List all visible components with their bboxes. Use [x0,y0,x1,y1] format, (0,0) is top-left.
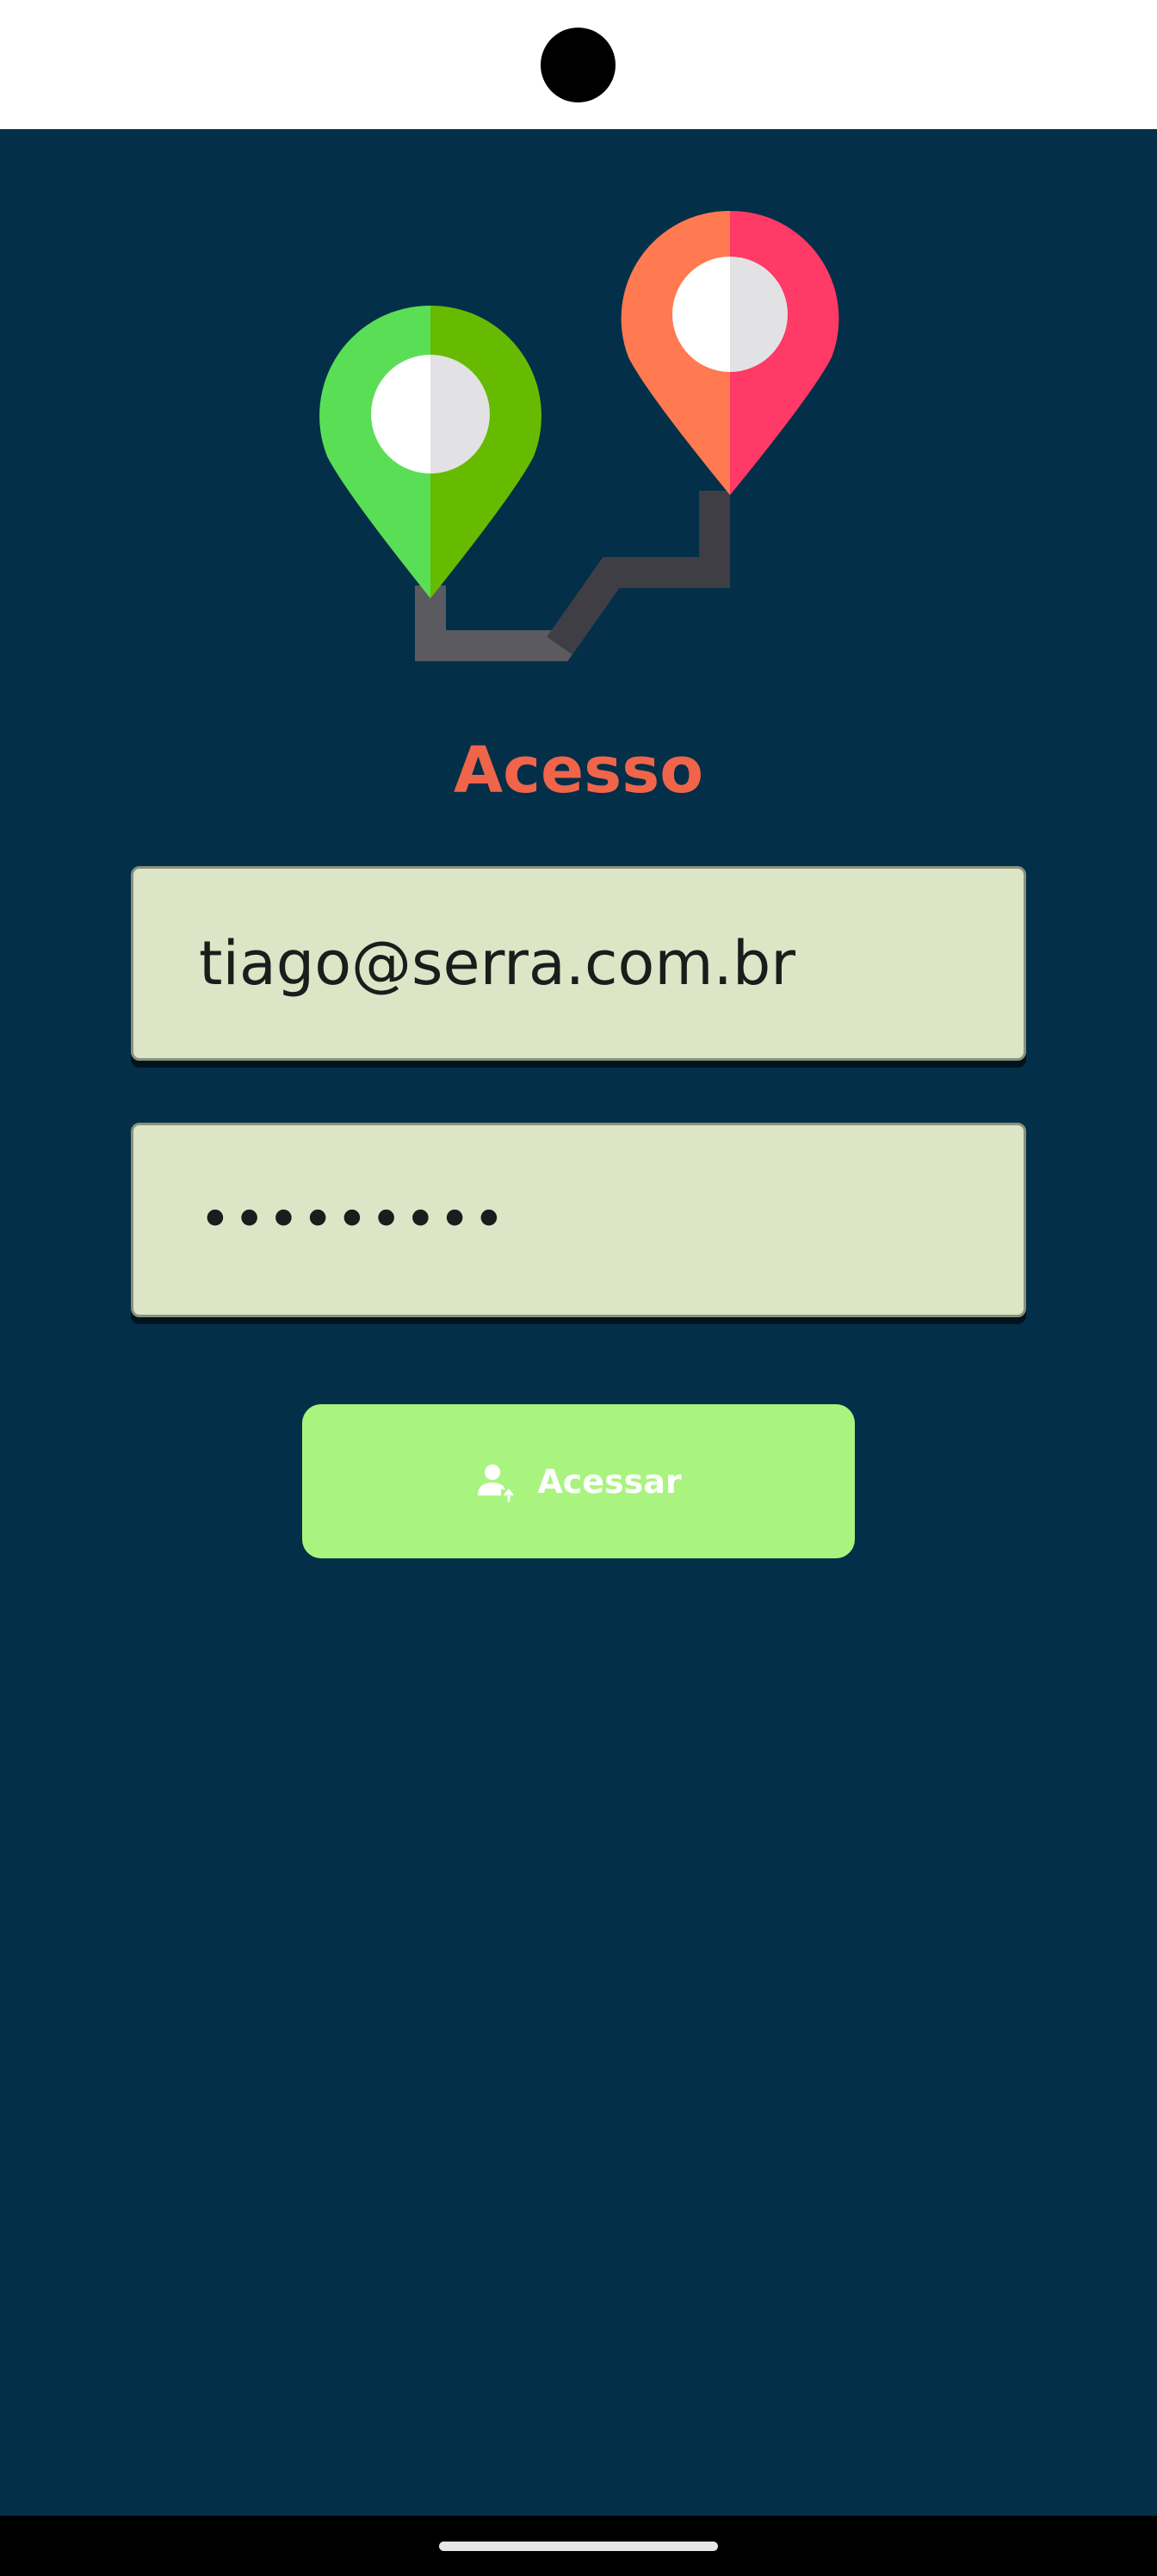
email-field[interactable]: tiago@serra.com.br [131,866,1026,1061]
route-pins-icon [319,210,839,661]
password-value: ••••••••• [199,1188,507,1252]
status-bar [0,0,1157,129]
login-button[interactable]: Acessar [302,1404,855,1558]
navigation-bar [0,2516,1157,2576]
page-title: Acesso [453,734,704,808]
password-field[interactable]: ••••••••• [131,1123,1026,1317]
camera-cutout [541,28,616,102]
person-login-icon [478,1464,514,1502]
home-indicator[interactable] [439,2542,718,2551]
email-value: tiago@serra.com.br [199,928,796,999]
login-button-label: Acessar [537,1462,682,1501]
